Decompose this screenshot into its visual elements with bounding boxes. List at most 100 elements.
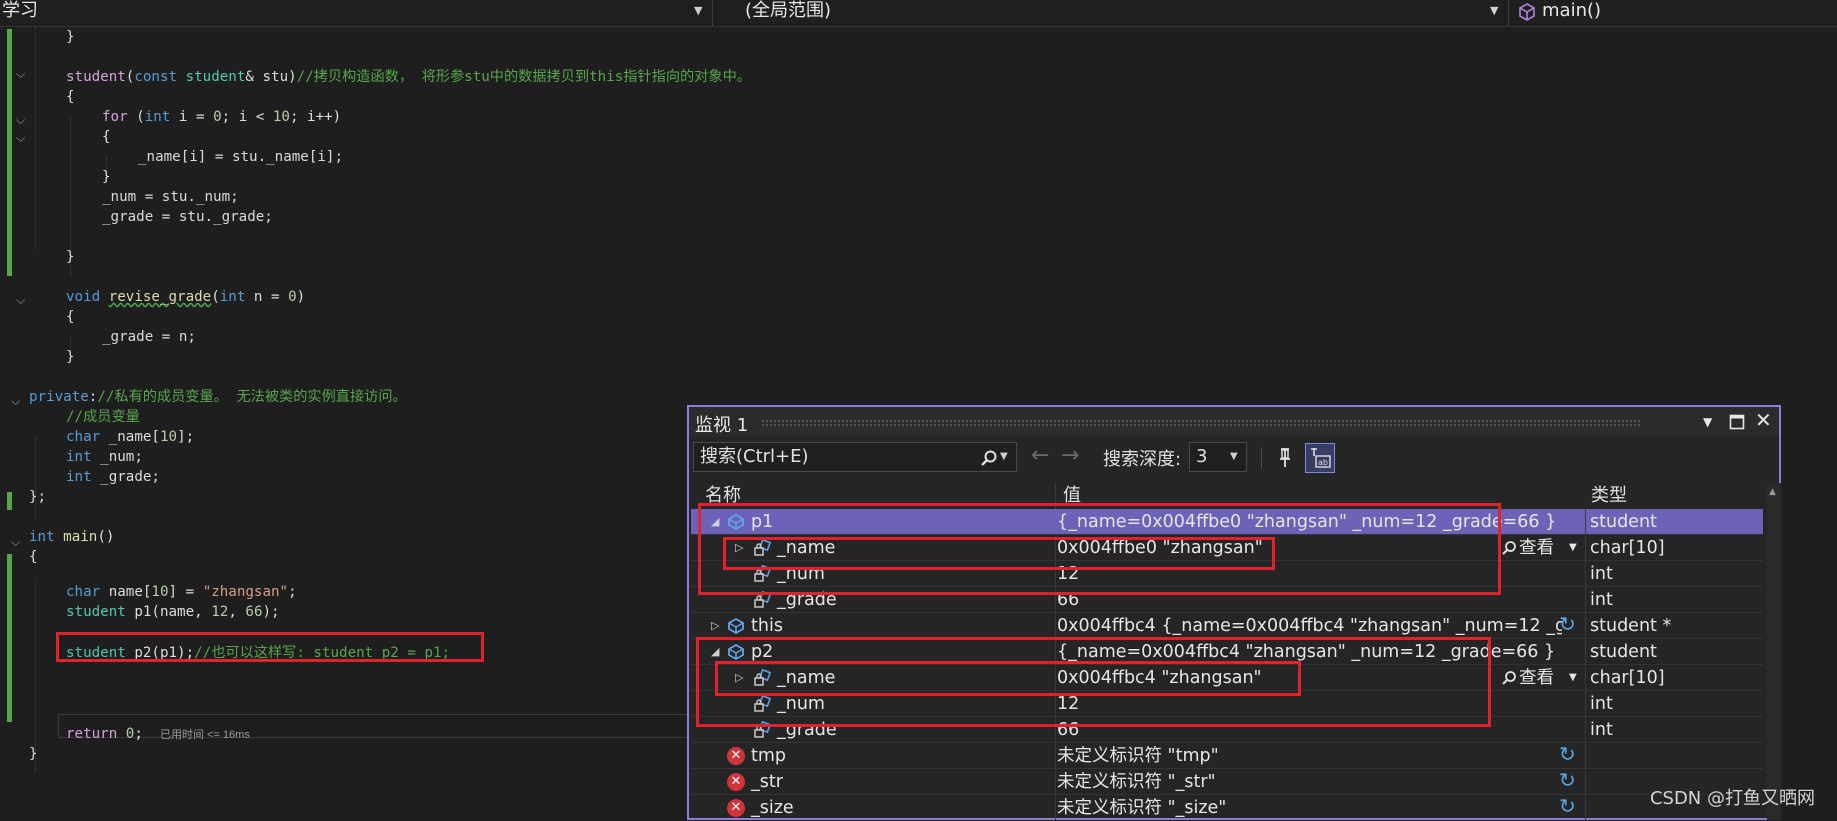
forward-arrow-icon[interactable]: → <box>1061 443 1079 468</box>
code-line: _name[i] = stu._name[i]; <box>138 147 343 167</box>
pin-icon[interactable] <box>1275 447 1295 469</box>
chevron-down-icon[interactable]: ▼ <box>1000 443 1008 471</box>
window-menu-icon[interactable]: ▼ <box>1703 415 1712 429</box>
comment: //拷贝构造函数， 将形参stu中的数据拷贝到this指针指向的对象中。 <box>296 69 751 85</box>
keyword: int <box>29 529 55 545</box>
code-text: ); <box>262 604 280 620</box>
brace: } <box>102 169 111 185</box>
refresh-icon[interactable]: ↻ <box>1559 611 1576 637</box>
code-line: } <box>66 247 75 267</box>
code-line: }; <box>29 487 46 507</box>
watch-title-bar[interactable]: 监视 1 ▼ ✕ <box>689 407 1779 437</box>
number: 10 <box>159 429 178 445</box>
watch-name: _size <box>751 798 794 818</box>
brace: { <box>102 129 111 145</box>
identifier: student <box>66 69 126 85</box>
change-marker <box>7 29 12 276</box>
fold-toggle[interactable]: ⌵ <box>16 131 28 146</box>
svg-text:ab: ab <box>1318 458 1328 467</box>
refresh-icon[interactable]: ↻ <box>1559 793 1576 819</box>
refresh-icon[interactable]: ↻ <box>1559 741 1576 767</box>
watch-row[interactable]: ✕ _size 未定义标识符 "_size" ↻ <box>691 793 1763 821</box>
watch-row[interactable]: ▷ this 0x004ffbc4 {_name=0x004ffbc4 "zha… <box>691 611 1763 639</box>
watch-type: char[10] <box>1590 538 1665 558</box>
code-line: int _grade; <box>66 467 160 487</box>
code-line: { <box>29 547 38 567</box>
comment: //成员变量 <box>66 409 140 425</box>
maximize-icon[interactable] <box>1729 414 1745 430</box>
keyword: int <box>66 449 92 465</box>
fold-toggle[interactable]: ⌵ <box>11 394 23 409</box>
punct: ( <box>211 289 220 305</box>
watch-row[interactable]: ✕ tmp 未定义标识符 "tmp" ↻ <box>691 741 1763 769</box>
number: 0 <box>288 289 297 305</box>
code-line: char name[10] = "zhangsan"; <box>66 582 297 602</box>
elapsed-time-hint: 已用时间 <= 16ms <box>159 729 250 741</box>
code-text: _name[i] = stu._name[i]; <box>138 149 343 165</box>
watch-value: 未定义标识符 "_size" <box>1057 798 1227 818</box>
chevron-down-icon[interactable]: ▼ <box>694 0 702 22</box>
watch-type: student <box>1590 512 1657 532</box>
fold-toggle[interactable]: ⌵ <box>16 67 28 82</box>
magnifier-icon <box>1502 541 1516 555</box>
scope-dropdown[interactable]: (全局范围) <box>745 0 831 26</box>
watch-row[interactable]: ✕ _str 未定义标识符 "_str" ↻ <box>691 767 1763 795</box>
type-name: student <box>177 69 246 85</box>
watch-type: char[10] <box>1590 668 1665 688</box>
code-text: , <box>228 604 246 620</box>
brace: { <box>66 309 75 325</box>
highlight-box <box>723 537 1275 570</box>
watch-type: int <box>1590 720 1613 740</box>
back-arrow-icon[interactable]: ← <box>1031 443 1049 468</box>
code-line: } <box>29 744 38 764</box>
brace: } <box>66 29 75 45</box>
fold-toggle[interactable]: ⌵ <box>11 535 23 550</box>
search-placeholder: 搜索(Ctrl+E) <box>700 446 809 467</box>
code-text: ] = <box>168 584 203 600</box>
code-line: { <box>66 87 75 107</box>
type-name: student <box>66 604 126 620</box>
search-input[interactable]: 搜索(Ctrl+E) ▼ <box>693 442 1017 472</box>
keyword: const <box>134 69 178 85</box>
view-label: 查看 <box>1519 538 1554 558</box>
scope-label: (全局范围) <box>745 0 832 21</box>
watch-name: _str <box>751 772 783 792</box>
vertical-scrollbar[interactable]: ▲ <box>1767 483 1781 820</box>
member-label: main() <box>1542 0 1602 21</box>
watch-name: this <box>751 616 783 636</box>
fold-toggle[interactable]: ⌵ <box>16 113 28 128</box>
string-view-toggle[interactable]: ab <box>1305 443 1335 473</box>
number: 10 <box>151 584 169 600</box>
close-icon[interactable]: ✕ <box>1755 408 1772 432</box>
brace: { <box>66 89 75 105</box>
keyword: for <box>102 109 128 125</box>
scroll-up-icon[interactable]: ▲ <box>1769 487 1776 497</box>
fold-toggle[interactable]: ⌵ <box>16 293 28 308</box>
code-text: n = <box>245 289 289 305</box>
code-line: _grade = n; <box>102 327 196 347</box>
error-icon: ✕ <box>727 799 745 817</box>
refresh-icon[interactable]: ↻ <box>1559 767 1576 793</box>
code-text: _grade; <box>91 469 160 485</box>
chevron-down-icon[interactable]: ▼ <box>1490 0 1498 22</box>
brace: } <box>29 746 38 762</box>
code-line: //成员变量 <box>66 407 140 427</box>
code-line: void revise_grade(int n = 0) <box>66 287 305 307</box>
keyword: int <box>219 289 246 305</box>
watch-type: student <box>1590 642 1657 662</box>
function-name: main <box>54 529 98 545</box>
project-dropdown[interactable]: 学习 <box>2 0 38 26</box>
watch-title: 监视 1 <box>695 415 749 436</box>
column-header-type[interactable]: 类型 <box>1591 483 1627 509</box>
keyword: char <box>66 429 101 445</box>
brace: } <box>66 249 75 265</box>
search-depth-select[interactable]: 3 ▼ <box>1189 442 1247 472</box>
keyword: int <box>144 109 171 125</box>
drag-grip[interactable] <box>761 419 1641 426</box>
expand-triangle-icon[interactable]: ▷ <box>711 613 719 639</box>
error-icon: ✕ <box>727 747 745 765</box>
code-text: i = <box>170 109 214 125</box>
code-text: ; <box>134 726 143 742</box>
search-icon[interactable] <box>980 449 998 467</box>
comment: //私有的成员变量。 无法被类的实例直接访问。 <box>97 389 407 405</box>
